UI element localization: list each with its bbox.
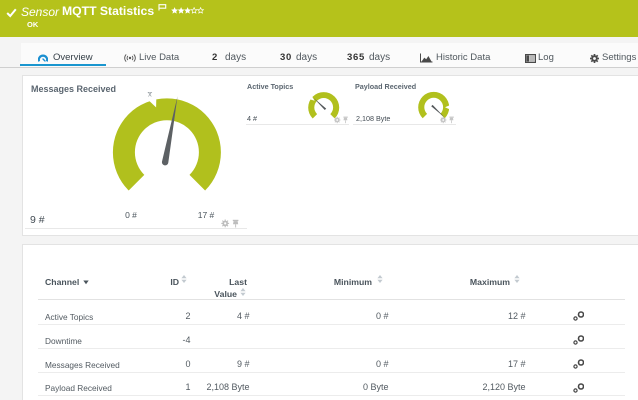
svg-text:x̅: x̅: [147, 90, 153, 99]
